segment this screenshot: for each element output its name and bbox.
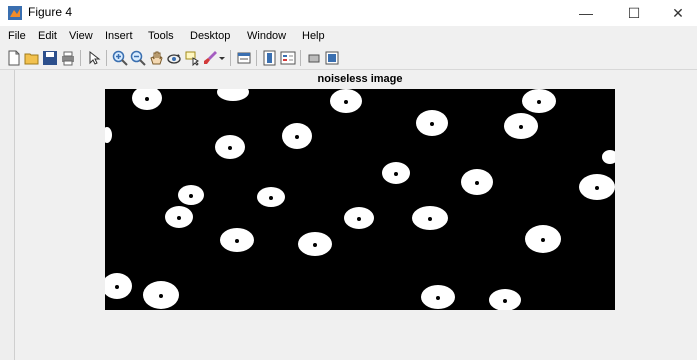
menu-edit[interactable]: Edit (38, 30, 57, 42)
maximize-button[interactable]: ☐ (614, 0, 654, 26)
toolbar-separator (106, 50, 107, 66)
menu-tools[interactable]: Tools (148, 30, 174, 42)
image-axes[interactable] (105, 89, 615, 310)
pointer-icon[interactable] (86, 50, 102, 66)
hide-plot-tools-icon[interactable] (306, 50, 322, 66)
dropdown-arrow-icon[interactable] (218, 50, 226, 66)
save-icon[interactable] (42, 50, 58, 66)
menu-help[interactable]: Help (302, 30, 325, 42)
figure-toolbar (0, 47, 697, 70)
brush-icon[interactable] (202, 50, 218, 66)
menu-bar: File Edit View Insert Tools Desktop Wind… (0, 28, 697, 46)
link-plot-icon[interactable] (236, 50, 252, 66)
menu-insert[interactable]: Insert (105, 30, 133, 42)
legend-icon[interactable] (280, 50, 296, 66)
print-icon[interactable] (60, 50, 76, 66)
close-button[interactable]: ✕ (658, 0, 697, 26)
title-bar: Figure 4 — ☐ ✕ (0, 0, 697, 26)
menu-window[interactable]: Window (247, 30, 286, 42)
menu-view[interactable]: View (69, 30, 93, 42)
menu-desktop[interactable]: Desktop (190, 30, 230, 42)
toolbar-separator (230, 50, 231, 66)
show-plot-tools-icon[interactable] (324, 50, 340, 66)
new-figure-icon[interactable] (6, 50, 22, 66)
toolbar-separator (300, 50, 301, 66)
matlab-figure-icon (8, 6, 22, 20)
rotate-3d-icon[interactable] (166, 50, 182, 66)
minimize-button[interactable]: — (566, 0, 606, 26)
toolbar-separator (80, 50, 81, 66)
menu-file[interactable]: File (8, 30, 26, 42)
zoom-in-icon[interactable] (112, 50, 128, 66)
window-title: Figure 4 (28, 5, 73, 19)
pan-icon[interactable] (148, 50, 164, 66)
figure-left-edge (0, 70, 15, 360)
toolbar-separator (256, 50, 257, 66)
zoom-out-icon[interactable] (130, 50, 146, 66)
data-cursor-icon[interactable] (184, 50, 200, 66)
binary-image (105, 89, 615, 310)
open-file-icon[interactable] (24, 50, 40, 66)
plot-title: noiseless image (317, 73, 403, 85)
colorbar-icon[interactable] (262, 50, 278, 66)
